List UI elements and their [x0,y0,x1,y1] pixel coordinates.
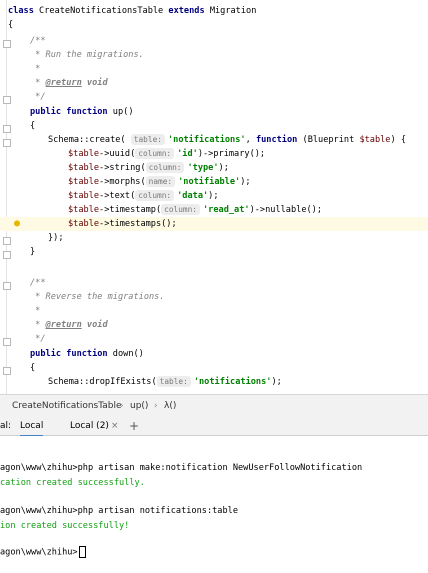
breadcrumb-class[interactable]: CreateNotificationsTable [12,395,122,417]
terminal-line: agon\www\zhihu>php artisan make:notifica… [0,463,363,473]
code-line-timestamps: $table->timestamps(); [68,219,177,229]
fold-icon[interactable] [3,125,11,133]
doc-comment-star: * [30,64,41,74]
terminal-success-line: cation created successfully. [0,478,145,488]
drop-if-exists-line: Schema::dropIfExists(table:'notification… [48,376,282,387]
breadcrumb-separator: › [154,401,158,411]
method-brace-open: { [30,121,36,131]
fold-icon[interactable] [3,96,11,104]
fold-icon[interactable] [3,237,11,245]
doc-comment-star: * [30,306,41,316]
code-line-text: $table->text(column:'data'); [68,190,219,201]
method-down-signature: public function down() [30,349,144,359]
breadcrumb-closure[interactable]: λ() [164,395,176,417]
tab-local-2[interactable]: Local (2) [70,417,109,435]
add-tab-icon[interactable]: + [129,417,139,435]
class-declaration: class CreateNotificationsTable extends M… [8,6,257,16]
breadcrumb-method[interactable]: up() [130,395,148,417]
terminal-label: al: [0,421,12,431]
tab-local[interactable]: Local [20,417,44,437]
doc-comment-open: /** [30,36,46,46]
terminal-line: agon\www\zhihu>php artisan notifications… [0,506,238,516]
code-line-uuid: $table->uuid(column:'id')->primary(); [68,148,266,159]
terminal-cursor [78,546,86,558]
doc-comment-return: * @return void [30,78,108,88]
class-brace-open: { [8,20,14,30]
code-line-morphs: $table->morphs(name:'notifiable'); [68,176,251,187]
closure-close: }); [48,233,64,243]
fold-icon[interactable] [3,338,11,346]
terminal-tab-bar: al: Local Local (2) × + [0,417,428,437]
doc-comment-open: /** [30,278,46,288]
doc-comment-return: * @return void [30,320,108,330]
doc-comment-close: */ [30,92,46,102]
fold-icon[interactable] [3,139,11,147]
terminal-success-line: ion created successfully! [0,521,130,531]
fold-icon[interactable] [3,282,11,290]
gutter [6,0,7,394]
breadcrumb: CreateNotificationsTable › up() › λ() [0,394,428,418]
method-up-signature: public function up() [30,107,134,117]
lightbulb-icon[interactable]: ● [14,218,24,230]
doc-comment-text: * Run the migrations. [30,50,144,60]
doc-comment-close: */ [30,334,46,344]
doc-comment-text: * Reverse the migrations. [30,292,165,302]
method-brace-close: } [30,247,36,257]
fold-icon[interactable] [3,40,11,48]
code-editor[interactable]: class CreateNotificationsTable extends M… [0,0,428,394]
fold-icon[interactable] [3,251,11,259]
terminal-prompt-line[interactable]: agon\www\zhihu> [0,546,86,559]
breadcrumb-separator: › [120,401,124,411]
code-line-timestamp: $table->timestamp(column:'read_at')->nul… [68,204,323,215]
current-line-highlight [0,217,428,231]
fold-icon[interactable] [3,367,11,375]
schema-create-line: Schema::create( table:'notifications', f… [48,134,407,145]
method-brace-open: { [30,363,36,373]
code-line-string: $table->string(column:'type'); [68,162,229,173]
close-icon[interactable]: × [111,417,119,435]
terminal-output[interactable]: agon\www\zhihu>php artisan make:notifica… [0,436,428,573]
